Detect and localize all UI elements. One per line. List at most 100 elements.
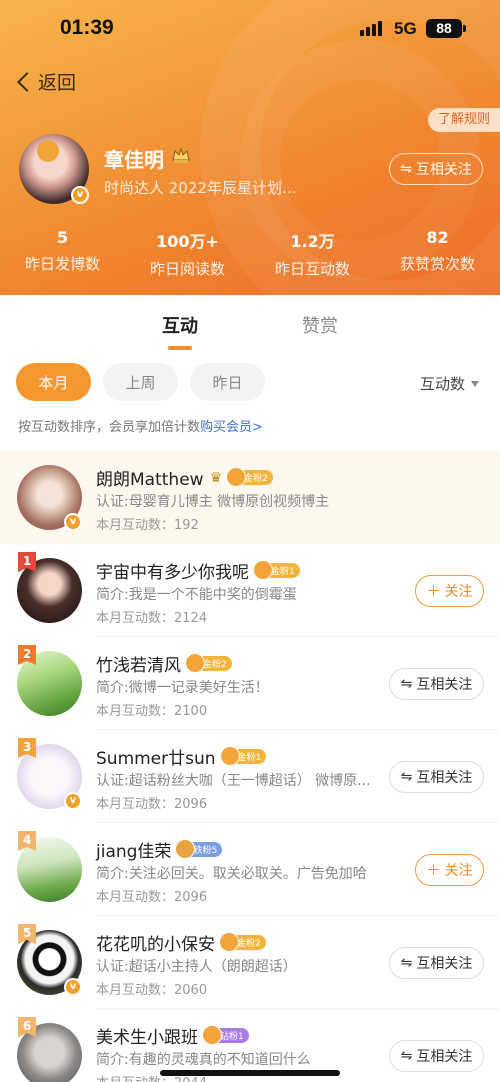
crown-icon: ♛ — [209, 469, 223, 486]
mutual-follow-icon: ⇋ — [400, 161, 412, 177]
home-indicator — [160, 1070, 340, 1076]
filter-yesterday[interactable]: 昨日 — [190, 363, 265, 401]
battery-cap — [463, 25, 466, 32]
fan-level-badge: 金粉1 — [219, 746, 267, 766]
stat-label: 获赞赏次数 — [399, 255, 475, 273]
list-item[interactable]: 5 v 花花叽的小保安 金粉2 认证:超话小主持人（朗朗超话） 本月互动数：20… — [0, 916, 500, 1009]
mutual-follow-icon: ⇋ — [400, 1048, 413, 1064]
sort-dropdown[interactable]: 互动数 — [420, 373, 480, 394]
user-name-row: 宇宙中有多少你我呢 金粉1 — [96, 558, 300, 583]
profile-header: 01:39 5G 88 返回 了解规则 v 章佳明 时尚达人 2022年辰星计划… — [0, 0, 500, 295]
fan-level-badge: 金粉1 — [253, 560, 300, 580]
interaction-count: 本月互动数：2096 — [96, 890, 208, 905]
user-desc: 认证:母婴育儿博主 微博原创视频博主 — [96, 494, 330, 510]
follow-label: 互相关注 — [416, 770, 473, 786]
list-item[interactable]: 1 宇宙中有多少你我呢 金粉1 简介:我是一个不能中奖的倒霉蛋 本月互动数：21… — [0, 544, 500, 637]
back-button[interactable]: 返回 — [14, 68, 76, 95]
tab-interaction[interactable]: 互动 — [162, 312, 198, 338]
network-type: 5G — [394, 19, 417, 38]
buy-membership-link[interactable]: 购买会员> — [200, 420, 263, 435]
interaction-count: 本月互动数：192 — [96, 518, 199, 533]
list-item[interactable]: v 朗朗Matthew ♛ 金粉2 认证:母婴育儿博主 微博原创视频博主 本月互… — [0, 451, 500, 544]
user-desc: 简介:微博一记录美好生活！ — [96, 680, 269, 696]
filter-last-week[interactable]: 上周 — [103, 363, 178, 401]
user-desc: 简介:我是一个不能中奖的倒霉蛋 — [96, 587, 297, 603]
stats-row: 5 昨日发博数 100万+ 昨日阅读数 1.2万 昨日互动数 82 获赞赏次数 — [0, 228, 500, 279]
user-desc: 认证:超话小主持人（朗朗超话） — [96, 959, 297, 975]
verified-badge-icon: v — [64, 978, 82, 996]
hint-text: 按互动数排序，会员享加倍计数 — [18, 420, 201, 435]
status-time: 01:39 — [60, 16, 114, 39]
user-name-row: 朗朗Matthew ♛ 金粉2 — [96, 465, 273, 490]
filter-this-month[interactable]: 本月 — [16, 363, 91, 401]
interaction-count: 本月互动数：2124 — [96, 611, 208, 626]
user-name-row: 竹浅若清风 金粉2 — [96, 651, 232, 676]
fan-level-badge: 金粉2 — [185, 653, 232, 673]
user-desc: 认证:超话粉丝大咖（王一博超话） 微博原... — [96, 773, 371, 789]
user-name: 竹浅若清风 — [96, 656, 181, 676]
verified-badge-icon: v — [71, 186, 89, 204]
follow-label: 互相关注 — [416, 956, 473, 972]
list-item[interactable]: 3 v Summer廿sun 金粉1 认证:超话粉丝大咖（王一博超话） 微博原.… — [0, 730, 500, 823]
profile-name: 章佳明 — [104, 148, 164, 172]
follow-label: 互相关注 — [416, 677, 473, 693]
rules-button[interactable]: 了解规则 — [428, 108, 500, 132]
user-name-row: Summer廿sun 金粉1 — [96, 744, 267, 769]
user-name: Summer廿sun — [96, 749, 216, 769]
stat-value: 82 — [426, 228, 449, 247]
chevron-left-icon — [17, 71, 37, 92]
tab-indicator — [168, 346, 192, 350]
stat-value: 5 — [56, 228, 69, 247]
tab-rewards[interactable]: 赞赏 — [302, 312, 338, 338]
verified-badge-icon: v — [64, 792, 82, 810]
fan-level-badge: 金粉2 — [226, 467, 273, 487]
user-desc: 简介:关注必回关。取关必取关。广告免加哈 — [96, 866, 367, 882]
user-name-row: 花花叽的小保安 金粉2 — [96, 930, 266, 955]
user-name: 宇宙中有多少你我呢 — [96, 563, 249, 583]
user-name: jiang佳荣 — [96, 842, 172, 862]
stat-item[interactable]: 5 昨日发博数 — [0, 228, 125, 279]
stat-label: 昨日发博数 — [24, 255, 100, 273]
stat-value: 100万+ — [156, 232, 219, 251]
follow-button[interactable]: ＋ 关注 — [415, 854, 484, 886]
mutual-follow-button[interactable]: ⇋ 互相关注 — [389, 668, 484, 700]
fan-level-badge: 钻粉1 — [202, 1025, 249, 1045]
stat-label: 昨日阅读数 — [149, 260, 225, 278]
follow-button[interactable]: ＋ 关注 — [415, 575, 484, 607]
interaction-count: 本月互动数：2096 — [96, 797, 208, 812]
mutual-follow-icon: ⇋ — [400, 676, 413, 692]
fan-list: v 朗朗Matthew ♛ 金粉2 认证:母婴育儿博主 微博原创视频博主 本月互… — [0, 451, 500, 1082]
interaction-count: 本月互动数：2100 — [96, 704, 208, 719]
battery-icon: 88 — [426, 19, 462, 38]
follow-label: 互相关注 — [416, 1049, 473, 1065]
signal-icon — [360, 20, 386, 38]
mutual-follow-button[interactable]: ⇋ 互相关注 — [389, 153, 483, 185]
interaction-count: 本月互动数：2060 — [96, 983, 208, 998]
caret-down-icon — [471, 380, 480, 387]
stat-item[interactable]: 1.2万 昨日互动数 — [250, 228, 375, 279]
plus-icon: ＋ — [426, 584, 441, 600]
stat-item[interactable]: 82 获赞赏次数 — [375, 228, 500, 279]
user-name-row: 美术生小跟班 钻粉1 — [96, 1023, 249, 1048]
time-filter: 本月 上周 昨日 — [16, 363, 265, 401]
user-name: 朗朗Matthew — [96, 470, 204, 490]
stat-item[interactable]: 100万+ 昨日阅读数 — [125, 228, 250, 279]
mutual-follow-button[interactable]: ⇋ 互相关注 — [389, 1040, 484, 1072]
profile-subtitle: 时尚达人 2022年辰星计划... — [104, 179, 297, 197]
stat-label: 昨日互动数 — [274, 260, 350, 278]
follow-label: 关注 — [444, 863, 473, 879]
back-label: 返回 — [38, 72, 77, 94]
fan-level-badge: 铁粉5 — [175, 839, 223, 859]
list-item[interactable]: 4 jiang佳荣 铁粉5 简介:关注必回关。取关必取关。广告免加哈 本月互动数… — [0, 823, 500, 916]
user-desc: 简介:有趣的灵魂真的不知道回什么 — [96, 1052, 311, 1068]
mutual-follow-button[interactable]: ⇋ 互相关注 — [389, 761, 484, 793]
mutual-follow-button[interactable]: ⇋ 互相关注 — [389, 947, 484, 979]
verified-badge-icon: v — [64, 513, 82, 531]
avatar-decoration — [37, 140, 59, 162]
crown-icon — [172, 147, 190, 163]
mutual-follow-icon: ⇋ — [400, 955, 413, 971]
sort-hint: 按互动数排序，会员享加倍计数购买会员> — [18, 416, 263, 435]
list-item[interactable]: 2 竹浅若清风 金粉2 简介:微博一记录美好生活！ 本月互动数：2100 ⇋ 互… — [0, 637, 500, 730]
stat-value: 1.2万 — [290, 232, 335, 251]
profile-avatar[interactable]: v — [19, 134, 89, 204]
